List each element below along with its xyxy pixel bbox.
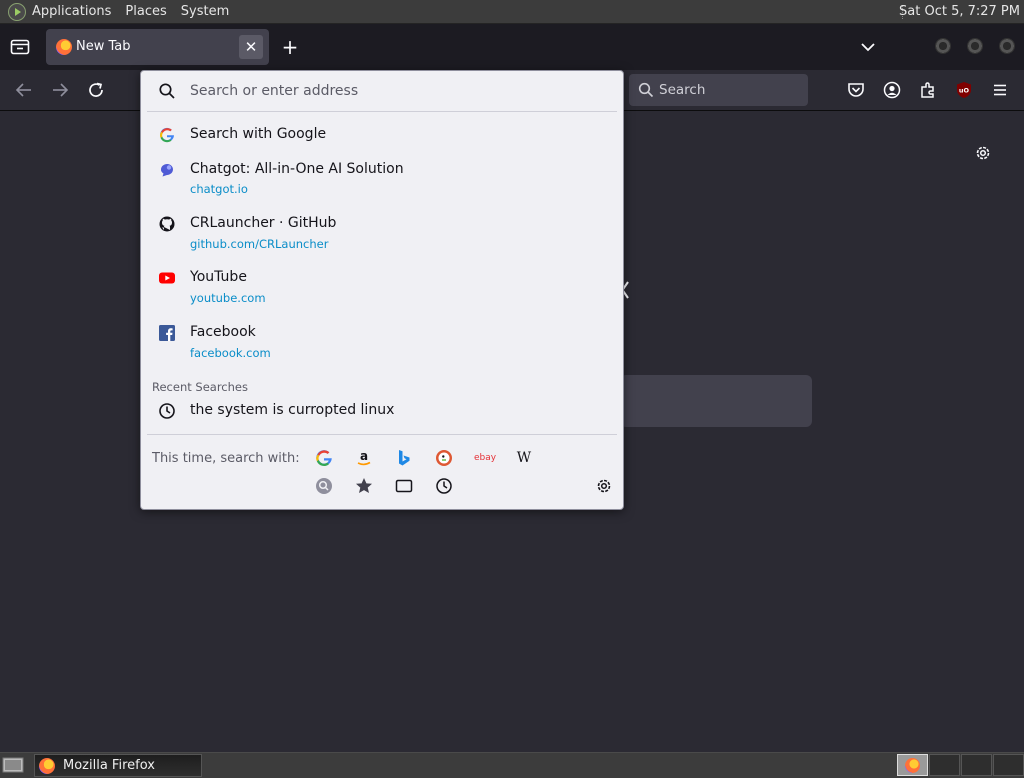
show-desktop-icon[interactable]	[2, 755, 24, 775]
recent-search-item[interactable]: the system is curropted linux	[141, 400, 623, 424]
result-facebook[interactable]: Facebook facebook.com	[141, 322, 623, 364]
svg-text:uO: uO	[959, 87, 970, 95]
result-title: Chatgot: All-in-One AI Solution	[190, 161, 404, 177]
result-title: Search with Google	[190, 126, 327, 142]
taskbar-window-firefox[interactable]: Mozilla Firefox	[34, 754, 202, 777]
back-arrow-icon[interactable]	[14, 80, 34, 100]
wikipedia-engine-icon[interactable]: W	[514, 448, 534, 468]
result-url: youtube.com	[190, 291, 266, 305]
result-title: Facebook	[190, 324, 256, 340]
minimize-button[interactable]	[935, 38, 951, 54]
history-icon[interactable]	[434, 476, 454, 496]
result-search-google[interactable]: Search with Google	[141, 123, 623, 149]
search-icon	[638, 82, 654, 98]
firefox-icon	[905, 758, 920, 773]
search-icon	[159, 83, 175, 99]
workspace-4[interactable]	[993, 754, 1024, 776]
amazon-engine-icon[interactable]: a	[354, 448, 374, 468]
workspace-2[interactable]	[929, 754, 960, 776]
distro-logo-icon[interactable]	[8, 2, 26, 21]
github-icon	[159, 216, 175, 232]
maximize-button[interactable]	[967, 38, 983, 54]
one-off-search-label: This time, search with:	[152, 451, 300, 466]
tab-new-tab[interactable]: New Tab ✕	[46, 29, 269, 65]
ublock-origin-icon[interactable]: uO	[955, 81, 973, 99]
result-title: YouTube	[190, 269, 247, 285]
close-window-button[interactable]	[999, 38, 1015, 54]
address-input[interactable]	[190, 81, 610, 101]
tabs-icon[interactable]	[394, 476, 414, 496]
top-panel: Applications Places System Sat Oct 5, 7:…	[0, 0, 1024, 24]
history-clock-icon	[159, 403, 175, 419]
firefox-icon	[56, 39, 72, 55]
tab-close-button[interactable]: ✕	[239, 35, 263, 59]
workspace-3[interactable]	[961, 754, 992, 776]
result-title: CRLauncher · GitHub	[190, 215, 337, 231]
workspace-1[interactable]	[897, 754, 928, 776]
places-menu[interactable]: Places	[125, 4, 166, 19]
list-all-tabs-chevron-icon[interactable]	[860, 40, 876, 54]
bookmarks-star-icon[interactable]	[354, 476, 374, 496]
svg-text:a: a	[360, 449, 368, 463]
tab-title: New Tab	[76, 39, 131, 54]
youtube-icon	[159, 272, 175, 284]
urlbar-input-row	[141, 71, 623, 111]
google-engine-icon[interactable]	[314, 448, 334, 468]
firefox-view-icon[interactable]	[10, 39, 30, 55]
new-tab-button[interactable]: +	[280, 36, 300, 58]
system-menu[interactable]: System	[181, 4, 229, 19]
firefox-icon	[39, 758, 55, 774]
result-chatgot[interactable]: Chatgot: All-in-One AI Solution chatgot.…	[141, 159, 623, 201]
search-mode-icon[interactable]	[314, 476, 334, 496]
account-icon[interactable]	[883, 81, 901, 99]
divider	[147, 111, 617, 112]
toolbar-search-box[interactable]: Search	[629, 74, 808, 106]
recent-searches-heading: Recent Searches	[152, 380, 248, 394]
result-youtube[interactable]: YouTube youtube.com	[141, 267, 623, 309]
result-url: github.com/CRLauncher	[190, 237, 329, 251]
reload-icon[interactable]	[86, 80, 106, 100]
toolbar-search-label: Search	[659, 82, 706, 98]
applications-menu[interactable]: Applications	[32, 4, 111, 19]
urlbar-dropdown: Search with Google Chatgot: All-in-One A…	[140, 70, 624, 510]
clock[interactable]: Sat Oct 5, 7:27 PM	[899, 4, 1020, 19]
result-crlauncher-github[interactable]: CRLauncher · GitHub github.com/CRLaunche…	[141, 213, 623, 255]
extensions-icon[interactable]	[919, 81, 937, 99]
bing-engine-icon[interactable]	[394, 448, 414, 468]
newtab-search-box[interactable]	[620, 375, 812, 427]
pocket-icon[interactable]	[847, 81, 865, 99]
hamburger-menu-icon[interactable]	[991, 81, 1009, 99]
duckduckgo-engine-icon[interactable]	[434, 448, 454, 468]
taskbar-window-label: Mozilla Firefox	[63, 758, 155, 773]
divider	[147, 434, 617, 435]
ebay-engine-icon[interactable]: ebay	[474, 448, 496, 468]
customize-gear-icon[interactable]	[973, 143, 993, 163]
recent-search-text: the system is curropted linux	[190, 402, 395, 418]
facebook-icon	[159, 325, 175, 341]
google-icon	[159, 127, 174, 143]
forward-arrow-icon[interactable]	[50, 80, 70, 100]
search-settings-gear-icon[interactable]	[594, 476, 614, 496]
result-url: facebook.com	[190, 346, 271, 360]
chatgot-icon	[160, 164, 173, 177]
result-url: chatgot.io	[190, 182, 248, 196]
